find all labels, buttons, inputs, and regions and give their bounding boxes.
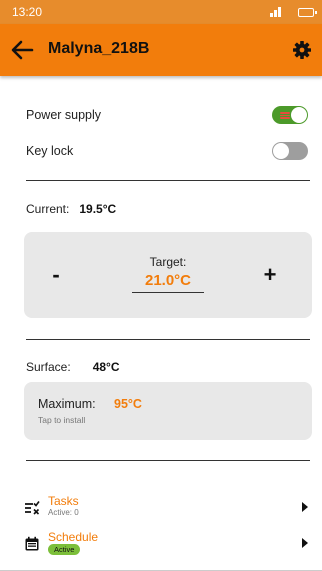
status-bar: 13:20 bbox=[0, 0, 322, 24]
tasks-item[interactable]: Tasks Active: 0 bbox=[0, 492, 322, 522]
surface-label: Surface: bbox=[26, 360, 71, 374]
divider bbox=[26, 460, 310, 461]
schedule-item[interactable]: Schedule Active bbox=[0, 528, 322, 558]
app-bar: Malyna_218B bbox=[0, 24, 322, 76]
divider bbox=[26, 180, 310, 181]
current-temperature: Current: 19.5°C bbox=[26, 202, 116, 216]
divider bbox=[26, 339, 310, 340]
arrow-left-icon[interactable] bbox=[10, 39, 34, 61]
power-supply-row: Power supply bbox=[0, 100, 322, 130]
tasks-icon bbox=[25, 501, 40, 515]
heat-icon bbox=[280, 112, 290, 119]
signal-icon bbox=[270, 7, 284, 17]
surface-value: 48°C bbox=[92, 360, 120, 374]
target-card: - Target: 21.0°C + bbox=[24, 232, 312, 318]
maximum-hint: Tap to install bbox=[38, 415, 86, 425]
toggle-knob bbox=[273, 143, 289, 159]
tasks-subtitle: Active: 0 bbox=[48, 508, 79, 517]
surface-temperature: Surface: 48°C bbox=[26, 360, 120, 374]
key-lock-row: Key lock bbox=[0, 136, 322, 166]
key-lock-toggle[interactable] bbox=[272, 142, 308, 160]
page-title: Malyna_218B bbox=[48, 40, 150, 57]
status-time: 13:20 bbox=[12, 5, 43, 19]
chevron-right-icon bbox=[302, 502, 308, 512]
power-supply-label: Power supply bbox=[26, 108, 102, 122]
maximum-value: 95°C bbox=[114, 397, 142, 411]
status-badge: Active bbox=[48, 544, 81, 555]
target-value[interactable]: 21.0°C bbox=[132, 272, 204, 293]
toggle-knob bbox=[291, 107, 307, 123]
calendar-icon bbox=[25, 536, 39, 551]
current-value: 19.5°C bbox=[79, 202, 117, 216]
battery-icon bbox=[298, 8, 317, 17]
schedule-title: Schedule bbox=[48, 530, 99, 544]
maximum-card[interactable]: Maximum: 95°C Tap to install bbox=[24, 382, 312, 440]
key-lock-label: Key lock bbox=[26, 144, 74, 158]
gear-icon[interactable] bbox=[292, 40, 312, 60]
chevron-right-icon bbox=[302, 538, 308, 548]
tasks-title: Tasks bbox=[48, 494, 79, 508]
current-label: Current: bbox=[26, 202, 70, 216]
power-supply-toggle[interactable] bbox=[272, 106, 308, 124]
increase-button[interactable]: + bbox=[260, 264, 280, 286]
maximum-label: Maximum: bbox=[38, 397, 96, 411]
